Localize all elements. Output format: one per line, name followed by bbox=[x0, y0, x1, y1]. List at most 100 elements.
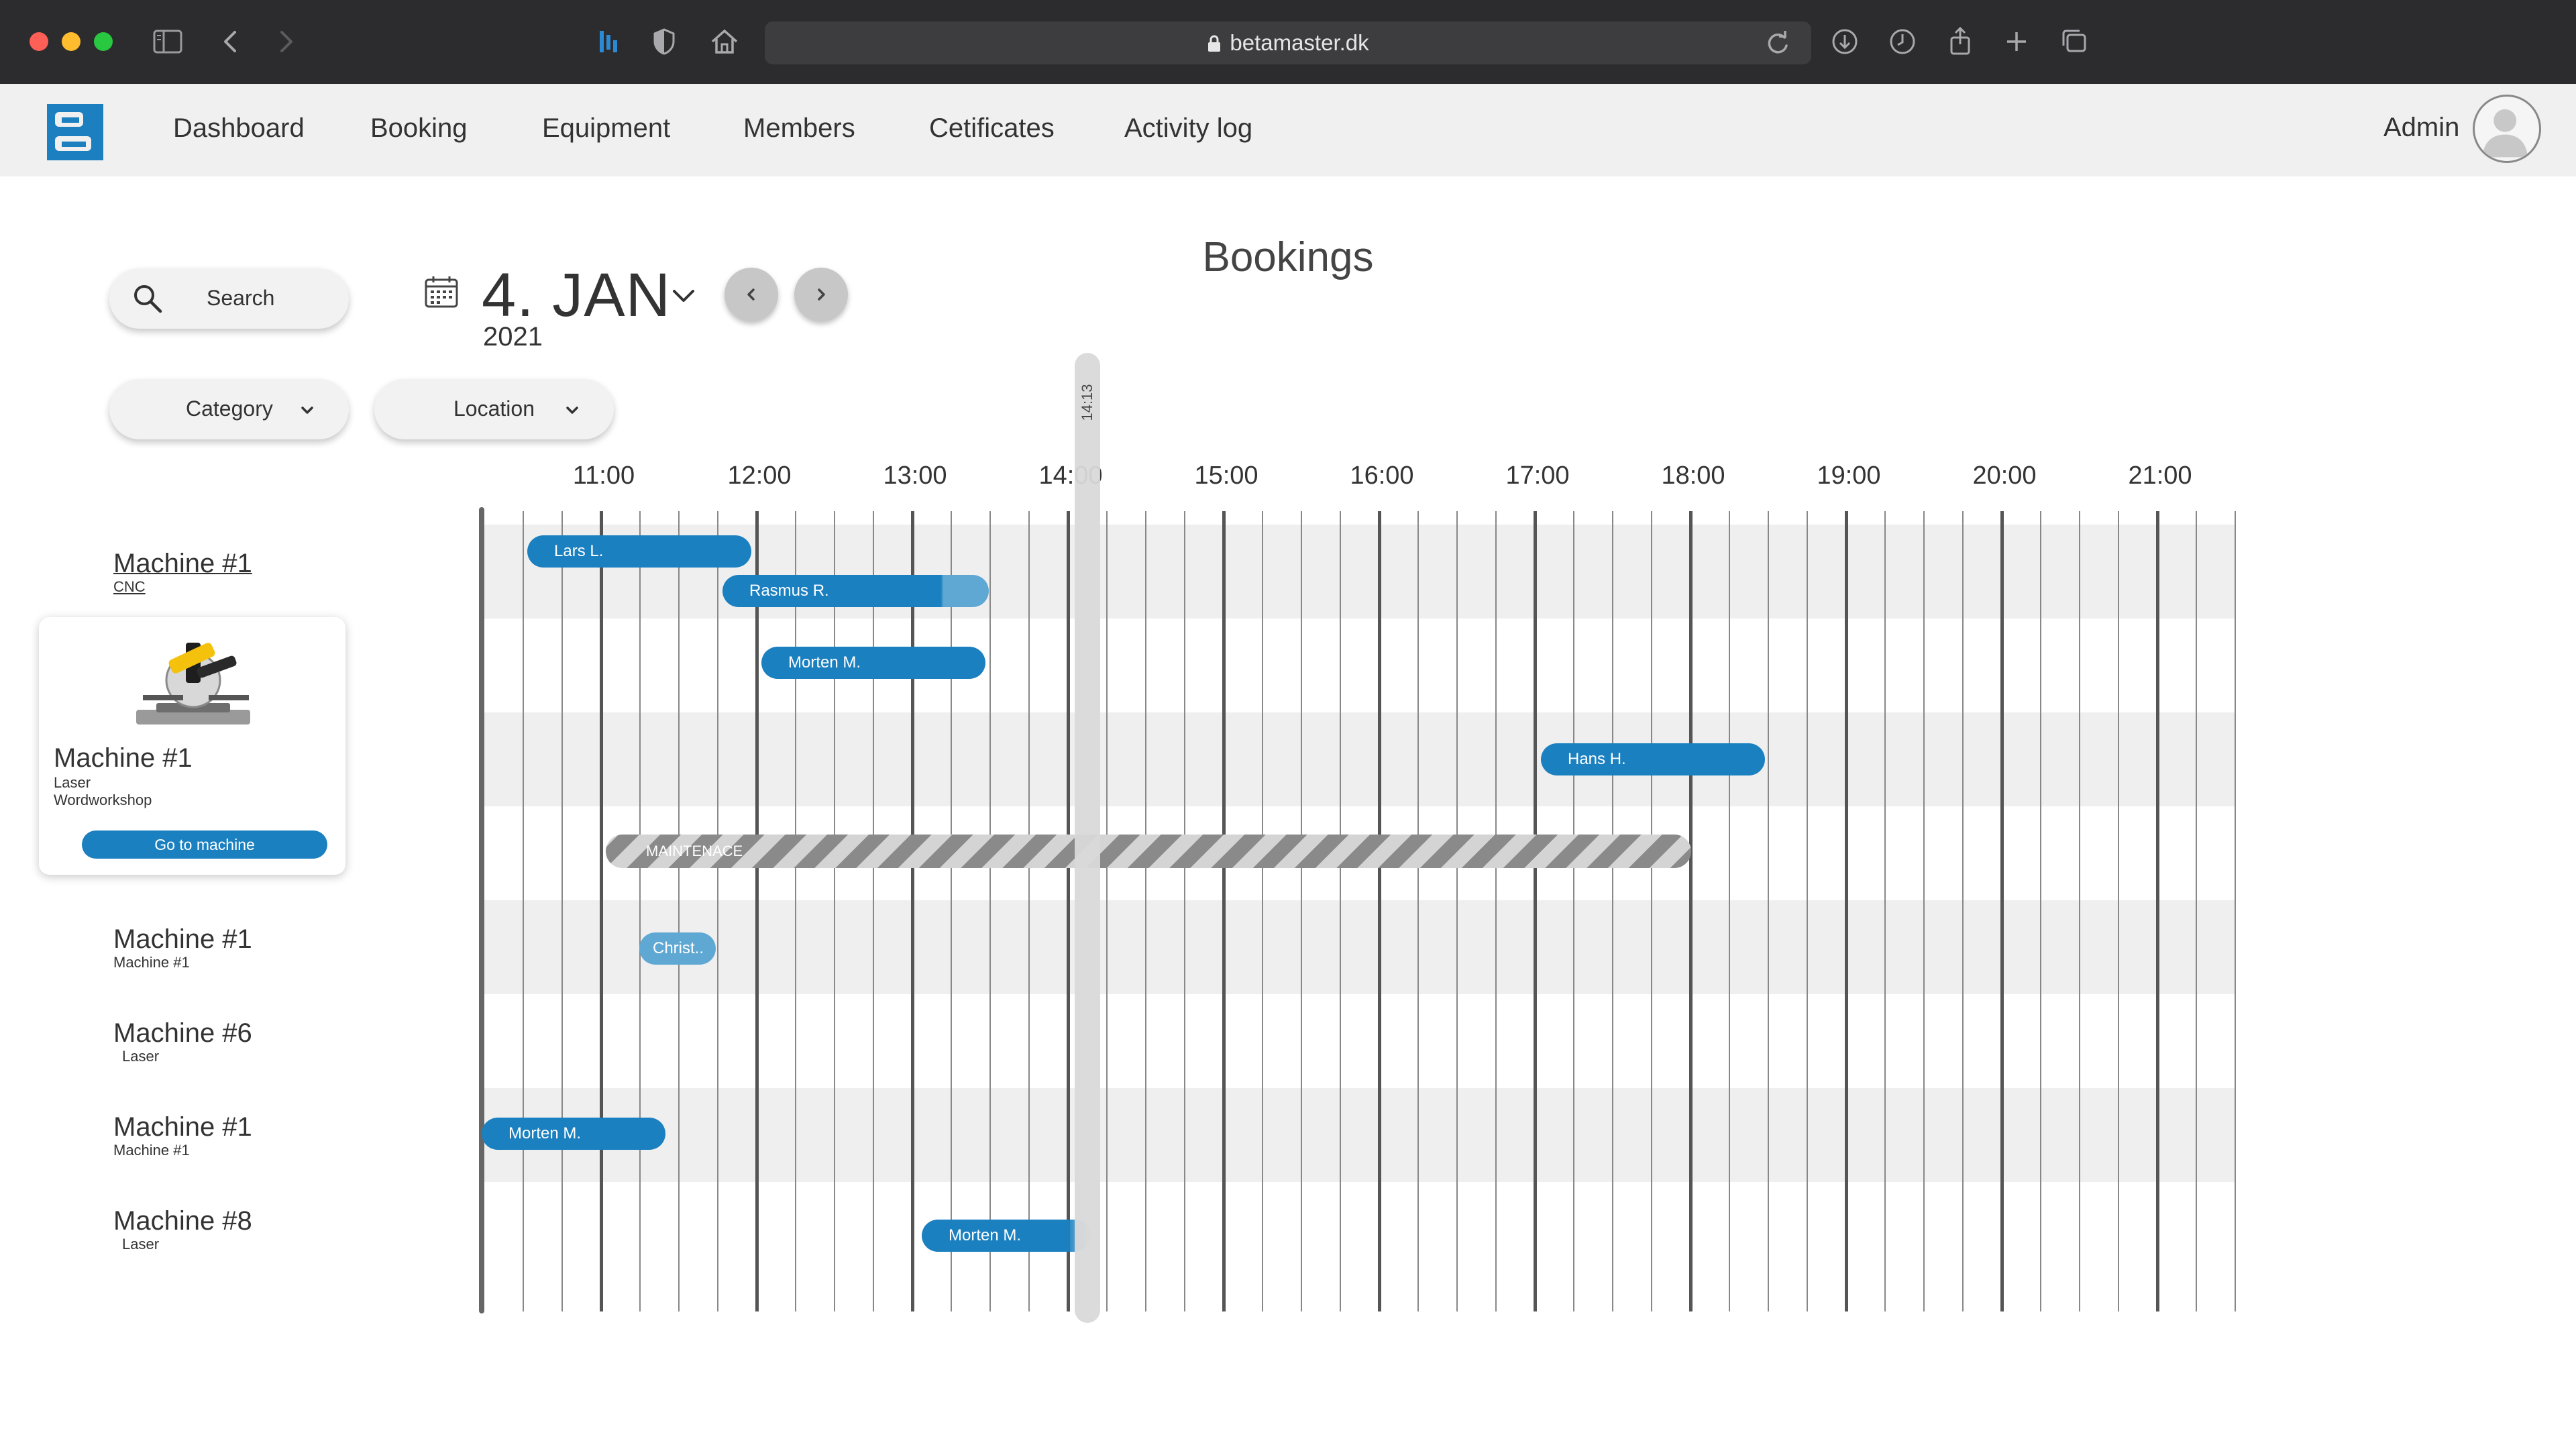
quarter-gridline bbox=[1573, 511, 1574, 1311]
machine-name[interactable]: Machine #1 bbox=[113, 924, 252, 955]
row-band bbox=[484, 900, 2235, 994]
quarter-gridline bbox=[678, 511, 680, 1311]
forward-icon[interactable] bbox=[268, 24, 303, 59]
downloads-icon[interactable] bbox=[1827, 24, 1862, 59]
betamaster-extension-icon[interactable] bbox=[592, 24, 627, 59]
search-icon bbox=[134, 285, 162, 313]
home-icon[interactable] bbox=[707, 24, 742, 59]
back-icon[interactable] bbox=[213, 24, 248, 59]
chevron-down-icon[interactable] bbox=[667, 280, 700, 313]
row-band bbox=[484, 1088, 2235, 1182]
quarter-gridline bbox=[1145, 511, 1146, 1311]
share-icon[interactable] bbox=[1943, 24, 1978, 59]
page-title: Bookings bbox=[1202, 234, 1374, 280]
hour-label: 11:00 bbox=[572, 462, 635, 490]
hour-label: 14:00 bbox=[1038, 462, 1103, 490]
hour-gridline bbox=[2000, 511, 2004, 1311]
booking-timeline: 11:00 12:00 13:00 14:00 15:00 16:00 17:0… bbox=[0, 0, 2576, 1449]
quarter-gridline bbox=[1262, 511, 1263, 1311]
machine-name[interactable]: Machine #6 bbox=[113, 1018, 252, 1049]
booking-bar[interactable]: Morten M. bbox=[482, 1118, 665, 1150]
sidebar-toggle-icon[interactable] bbox=[150, 24, 185, 59]
location-label: Location bbox=[453, 396, 535, 421]
booking-bar[interactable]: Christ.. bbox=[639, 932, 716, 965]
maintenance-bar[interactable]: MAINTENACE bbox=[606, 835, 1691, 868]
tab-overview-icon[interactable] bbox=[2057, 24, 2092, 59]
machine-name[interactable]: Machine #8 bbox=[113, 1206, 252, 1236]
location-dropdown[interactable]: Location bbox=[374, 379, 614, 439]
minimize-window-button[interactable] bbox=[62, 32, 80, 51]
booking-bar[interactable]: Lars L. bbox=[527, 535, 751, 568]
admin-label[interactable]: Admin bbox=[2383, 113, 2459, 143]
machine-category: CNC bbox=[113, 578, 146, 595]
new-tab-icon[interactable] bbox=[1999, 24, 2034, 59]
nav-dashboard[interactable]: Dashboard bbox=[173, 113, 305, 144]
app-header: Dashboard Booking Equipment Members Ceti… bbox=[0, 84, 2576, 176]
go-to-machine-button[interactable]: Go to machine bbox=[82, 830, 327, 859]
quarter-gridline bbox=[1807, 511, 1808, 1311]
hour-gridline bbox=[911, 511, 914, 1311]
machine-category: Machine #1 bbox=[113, 1142, 190, 1159]
calendar-icon[interactable] bbox=[423, 274, 460, 310]
search-placeholder: Search bbox=[207, 286, 275, 310]
previous-day-button[interactable] bbox=[724, 268, 778, 321]
quarter-gridline bbox=[1106, 511, 1108, 1311]
machine-name[interactable]: Machine #1 bbox=[113, 549, 252, 579]
hour-gridline bbox=[2156, 511, 2159, 1311]
reload-icon[interactable] bbox=[1762, 27, 1794, 59]
current-time-indicator[interactable] bbox=[1075, 353, 1100, 1323]
zoom-window-button[interactable] bbox=[94, 32, 113, 51]
quarter-gridline bbox=[1962, 511, 1964, 1311]
address-bar[interactable]: betamaster.dk bbox=[765, 21, 1811, 64]
nav-equipment[interactable]: Equipment bbox=[542, 113, 670, 144]
nav-members[interactable]: Members bbox=[743, 113, 855, 144]
machine-name[interactable]: Machine #1 bbox=[113, 1112, 252, 1142]
booking-bar[interactable]: Rasmus R. bbox=[722, 575, 989, 607]
hour-label: 15:00 bbox=[1194, 462, 1258, 490]
selected-date[interactable]: 4. JAN bbox=[482, 260, 671, 331]
close-window-button[interactable] bbox=[30, 32, 48, 51]
chevron-right-icon bbox=[818, 288, 825, 301]
nav-certificates[interactable]: Cetificates bbox=[929, 113, 1055, 144]
current-time-label: 14:13 bbox=[1079, 384, 1095, 421]
nav-activity-log[interactable]: Activity log bbox=[1124, 113, 1252, 144]
hour-gridline bbox=[1222, 511, 1226, 1311]
machine-category: Laser bbox=[122, 1048, 160, 1065]
quarter-gridline bbox=[1028, 511, 1030, 1311]
search-input[interactable]: Search bbox=[109, 268, 349, 329]
hour-gridline bbox=[1689, 511, 1693, 1311]
quarter-gridline bbox=[873, 511, 874, 1311]
machine-card-type: Laser bbox=[54, 774, 91, 791]
machine-card-location: Wordworkshop bbox=[54, 792, 152, 808]
selected-year: 2021 bbox=[483, 322, 543, 352]
booking-bar[interactable]: Hans H. bbox=[1541, 743, 1765, 775]
avatar[interactable] bbox=[2473, 95, 2541, 163]
quarter-gridline bbox=[951, 511, 952, 1311]
history-icon[interactable] bbox=[1885, 24, 1920, 59]
hour-label: 16:00 bbox=[1350, 462, 1414, 490]
quarter-gridline bbox=[2235, 511, 2236, 1311]
quarter-gridline bbox=[795, 511, 796, 1311]
hour-label: 12:00 bbox=[727, 462, 792, 490]
shield-icon[interactable] bbox=[647, 24, 682, 59]
quarter-gridline bbox=[1923, 511, 1925, 1311]
booking-bar[interactable]: Morten M. bbox=[922, 1220, 1091, 1252]
quarter-gridline bbox=[2118, 511, 2119, 1311]
next-day-button[interactable] bbox=[794, 268, 848, 321]
chevron-left-icon bbox=[747, 288, 755, 301]
hour-label: 19:00 bbox=[1817, 462, 1881, 490]
user-avatar-icon bbox=[2482, 109, 2528, 158]
quarter-gridline bbox=[561, 511, 563, 1311]
quarter-gridline bbox=[2196, 511, 2197, 1311]
machine-detail-card: Machine #1 Laser Wordworkshop Go to mach… bbox=[39, 617, 345, 875]
hour-gridline bbox=[1845, 511, 1848, 1311]
betamaster-logo[interactable] bbox=[47, 104, 103, 160]
machine-category: Machine #1 bbox=[113, 954, 190, 971]
chevron-down-icon bbox=[566, 407, 578, 414]
nav-booking[interactable]: Booking bbox=[370, 113, 468, 144]
booking-bar[interactable]: Morten M. bbox=[761, 647, 985, 679]
hour-gridline bbox=[1534, 511, 1537, 1311]
quarter-gridline bbox=[1495, 511, 1497, 1311]
hour-label: 20:00 bbox=[1972, 462, 2037, 490]
category-dropdown[interactable]: Category bbox=[109, 379, 349, 439]
